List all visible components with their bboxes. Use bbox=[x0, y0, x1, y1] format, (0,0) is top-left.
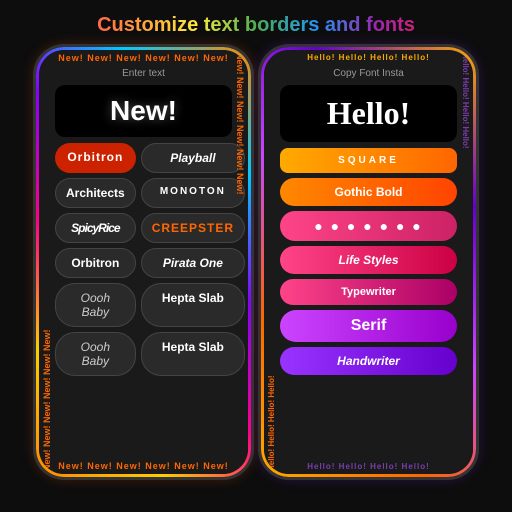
font-btn-creepster[interactable]: CREEPSTER bbox=[141, 213, 245, 243]
font-btn-architects[interactable]: Architects bbox=[55, 178, 136, 208]
phone-right-content: Copy Font Insta Hello! SQUARE Gothic Bol… bbox=[280, 68, 457, 458]
scroll-bottom-left: New! New! New! New! New! New! bbox=[42, 461, 245, 471]
font-btn-pirata[interactable]: Pirata One bbox=[141, 248, 245, 278]
scroll-bottom-right: Hello! Hello! Hello! Hello! bbox=[267, 462, 470, 471]
display-text-hello: Hello! bbox=[327, 95, 411, 132]
phone-left-bg: New! New! New! New! New! New! New! New! … bbox=[39, 50, 248, 474]
font-btn-square[interactable]: SQUARE bbox=[280, 148, 457, 173]
font-btn-ooohbaby-1[interactable]: Oooh Baby bbox=[55, 283, 136, 327]
phone-left-content: Enter text New! Orbitron Playball Archit… bbox=[55, 68, 232, 458]
text-display-right: Hello! bbox=[280, 85, 457, 142]
font-btn-lifestyles[interactable]: Life Styles bbox=[280, 246, 457, 274]
font-btn-ooohbaby-2[interactable]: Oooh Baby bbox=[55, 332, 136, 376]
font-btn-serif[interactable]: Serif bbox=[280, 310, 457, 342]
scroll-top-left: New! New! New! New! New! New! bbox=[42, 53, 245, 63]
font-btn-dots[interactable]: ● ● ● ● ● ● ● bbox=[280, 211, 457, 241]
font-btn-monoton[interactable]: MONOTON bbox=[141, 178, 245, 208]
header: Customize text borders and fonts bbox=[77, 0, 435, 47]
font-grid-left: Orbitron Playball Architects MONOTON Spi… bbox=[55, 143, 232, 376]
scroll-right-right: Hello! Hello! Hello! Hello! bbox=[461, 53, 470, 471]
display-text-new: New! bbox=[110, 95, 177, 127]
scroll-left-left: New! New! New! New! New! New! bbox=[42, 53, 52, 471]
font-btn-playball[interactable]: Playball bbox=[141, 143, 245, 173]
scroll-top-right: Hello! Hello! Hello! Hello! bbox=[267, 53, 470, 62]
phone-left: New! New! New! New! New! New! New! New! … bbox=[36, 47, 251, 477]
font-btn-orbitron-red[interactable]: Orbitron bbox=[55, 143, 136, 173]
font-grid-right: SQUARE Gothic Bold ● ● ● ● ● ● ● Life St… bbox=[280, 148, 457, 375]
font-btn-heptaslab-1[interactable]: Hepta Slab bbox=[141, 283, 245, 327]
phone-right: Hello! Hello! Hello! Hello! Hello! Hello… bbox=[261, 47, 476, 477]
font-btn-handwriter[interactable]: Handwriter bbox=[280, 347, 457, 375]
scroll-left-right: Hello! Hello! Hello! Hello! bbox=[267, 53, 276, 471]
font-btn-typewriter[interactable]: Typewriter bbox=[280, 279, 457, 305]
font-btn-orbitron-bold[interactable]: Orbitron bbox=[55, 248, 136, 278]
copy-font-label: Copy Font Insta bbox=[280, 68, 457, 79]
font-btn-gothic-bold[interactable]: Gothic Bold bbox=[280, 178, 457, 206]
font-btn-heptaslab-2[interactable]: Hepta Slab bbox=[141, 332, 245, 376]
text-display-left: New! bbox=[55, 85, 232, 137]
font-btn-spicyrice[interactable]: SpicyRice bbox=[55, 213, 136, 243]
page-title: Customize text borders and fonts bbox=[77, 0, 435, 47]
phone-right-bg: Hello! Hello! Hello! Hello! Hello! Hello… bbox=[264, 50, 473, 474]
phones-container: New! New! New! New! New! New! New! New! … bbox=[24, 47, 488, 512]
enter-text-label: Enter text bbox=[55, 68, 232, 79]
